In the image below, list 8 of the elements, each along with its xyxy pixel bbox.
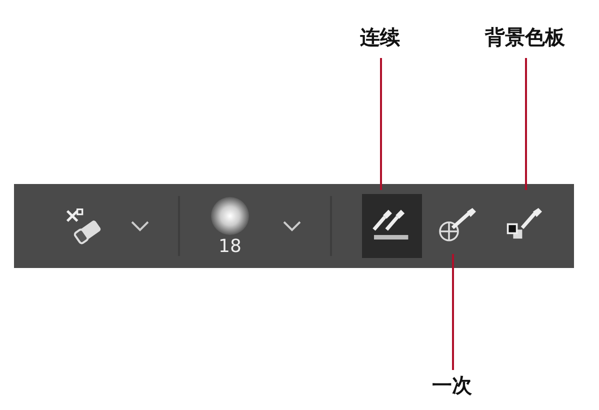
callout-label: 背景色板 [485,24,565,50]
brush-preview-icon[interactable] [210,196,250,236]
dropdown-chevron-icon[interactable] [130,220,150,232]
brush-size: 18 [218,236,242,256]
callout-label: 连续 [360,24,400,50]
dropdown-chevron-icon[interactable] [282,220,302,232]
sample-continuous-button[interactable] [362,194,422,258]
callout-label: 一次 [432,372,472,398]
